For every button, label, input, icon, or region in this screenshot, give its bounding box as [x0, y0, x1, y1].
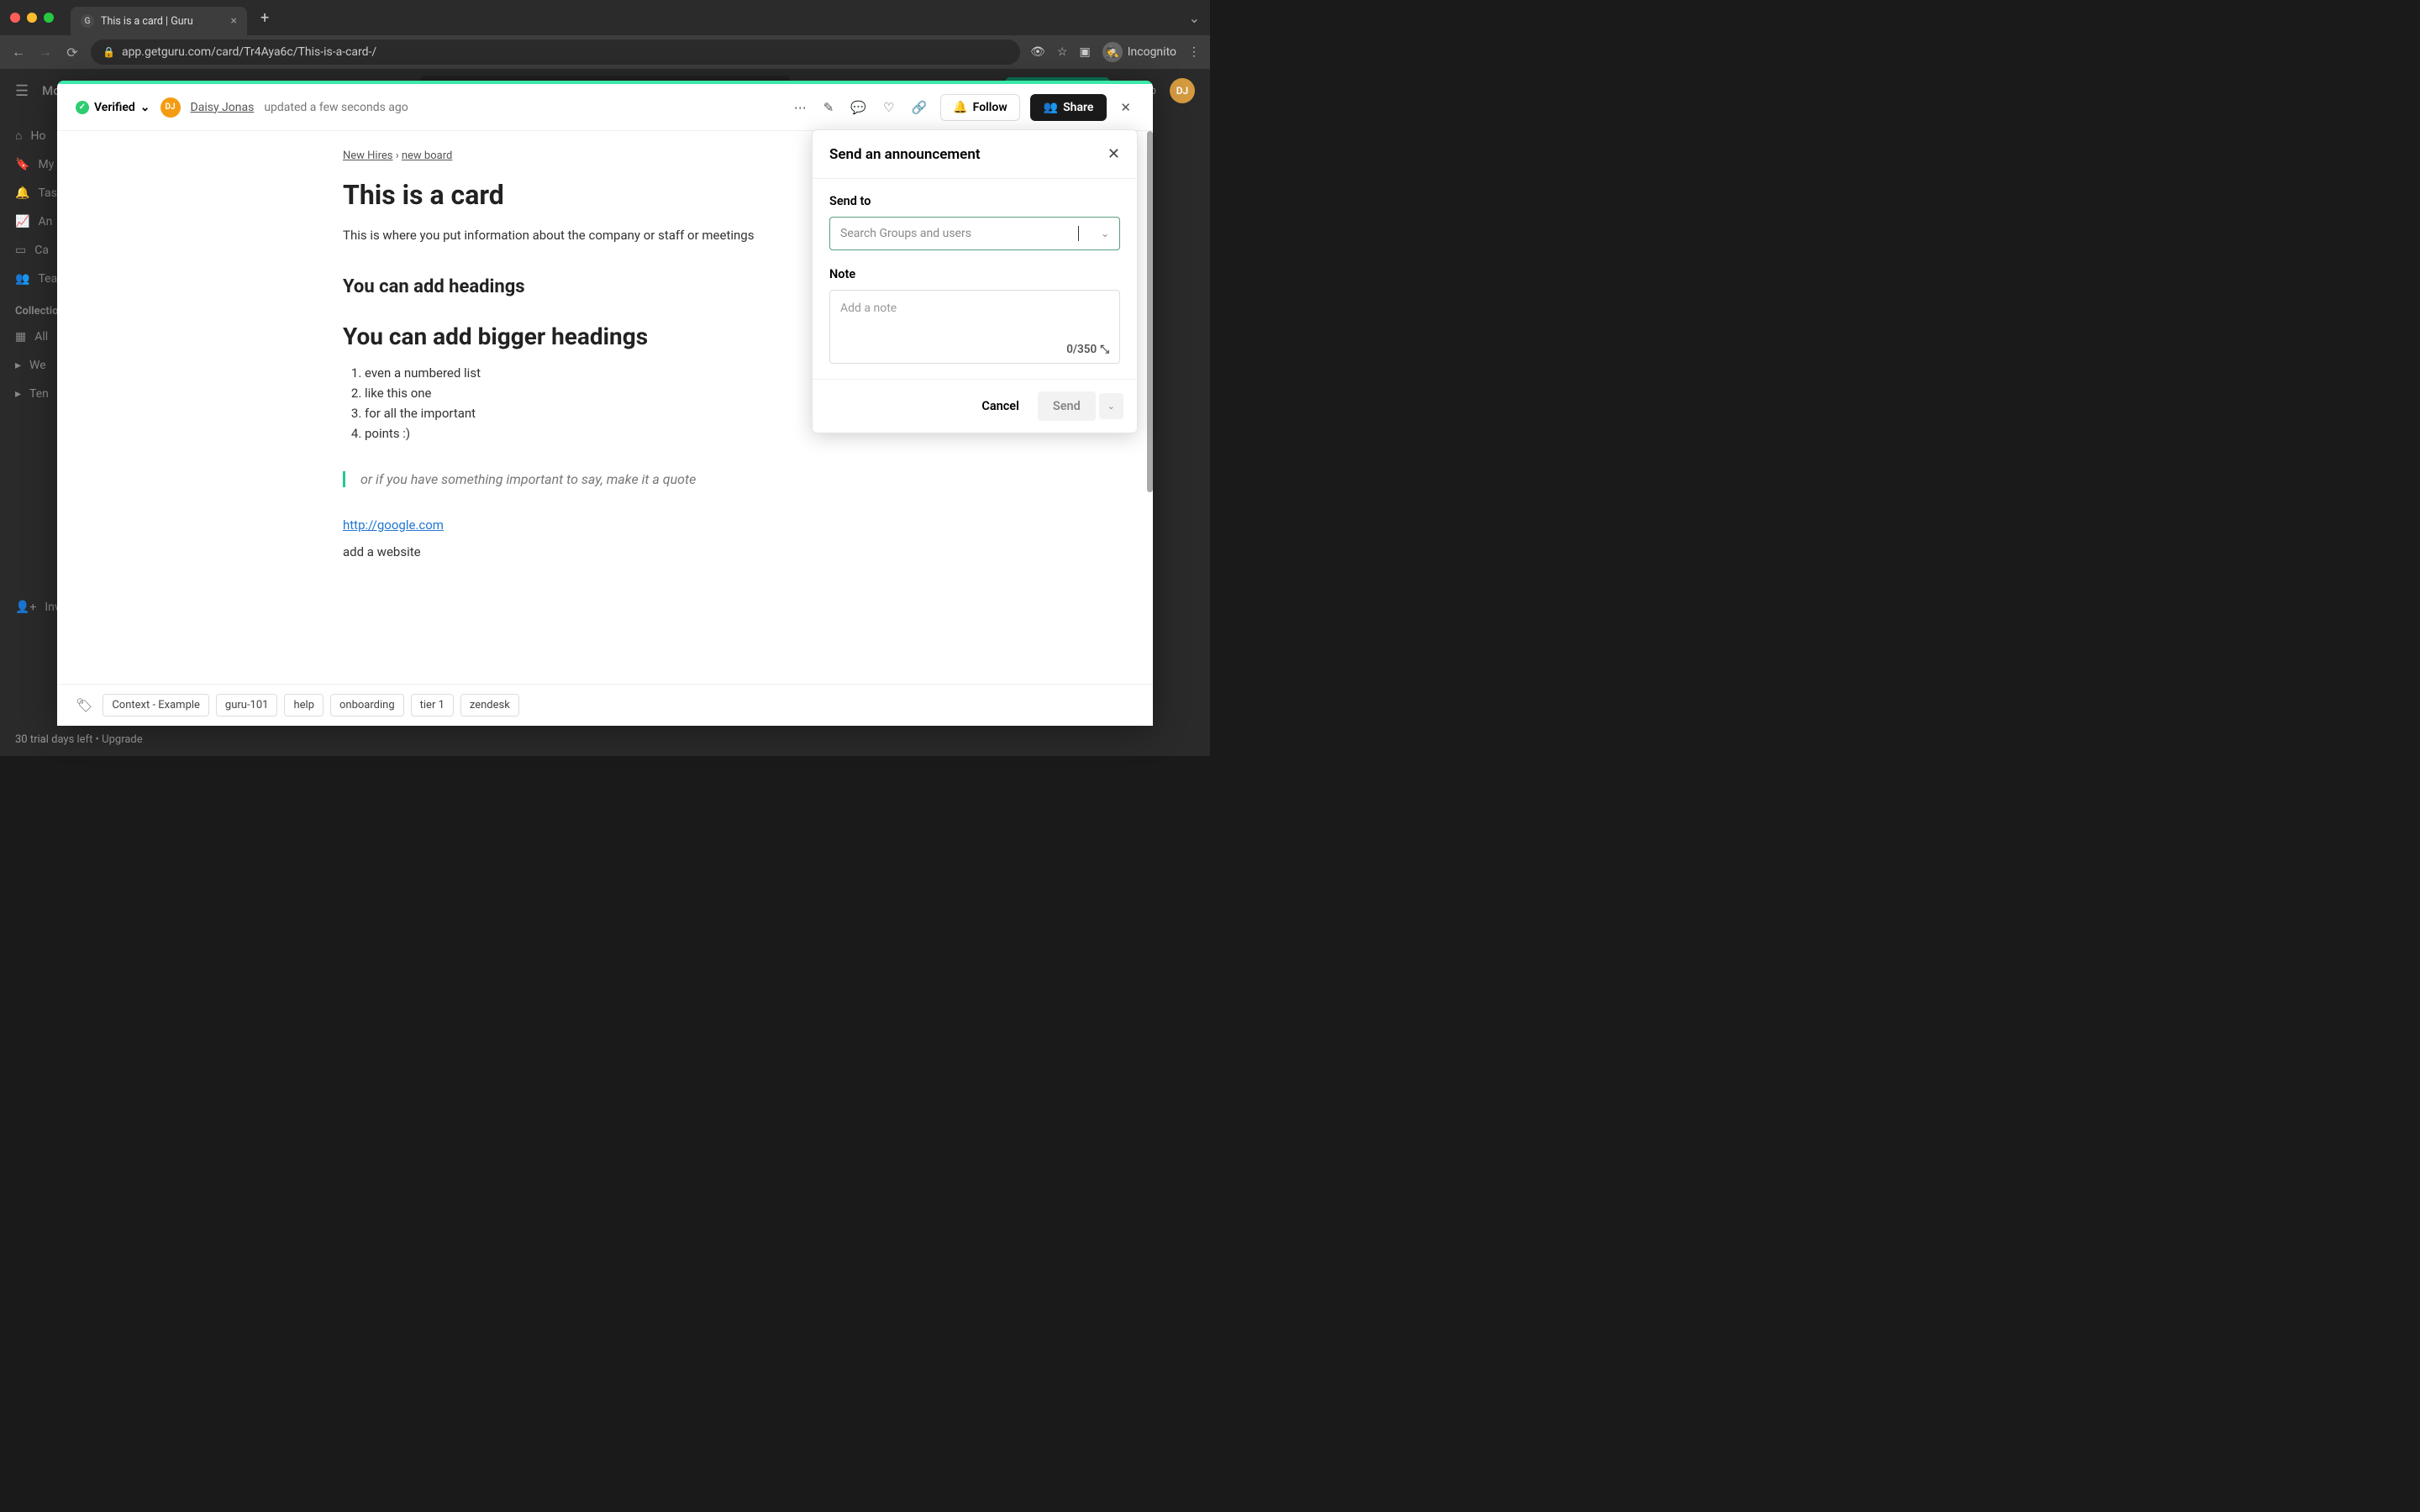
tag-footer: 🏷 Context - Example guru-101 help onboar… [57, 684, 1153, 726]
close-tab-icon[interactable]: × [231, 14, 237, 28]
note-placeholder: Add a note [840, 302, 897, 315]
send-to-input[interactable]: Search Groups and users ⌄ [829, 217, 1120, 250]
window-controls [10, 13, 54, 23]
user-avatar[interactable]: DJ [1170, 78, 1195, 103]
tag[interactable]: guru-101 [216, 694, 278, 717]
announcement-header: Send an announcement ✕ [813, 130, 1137, 179]
note-counter: 0/350 ⤡ [1066, 343, 1109, 356]
tag[interactable]: onboarding [330, 694, 404, 717]
announcement-footer: Cancel Send ⌄ [813, 379, 1137, 433]
note-textarea[interactable]: Add a note 0/350 ⤡ [829, 290, 1120, 364]
blockquote: or if you have something important to sa… [343, 471, 867, 487]
incognito-indicator[interactable]: 🕵 Incognito [1102, 42, 1176, 62]
breadcrumb: New Hires › new board [343, 150, 867, 162]
scrollbar-thumb[interactable] [1147, 131, 1153, 492]
author-name[interactable]: Daisy Jonas [191, 101, 255, 114]
new-tab-button[interactable]: + [260, 9, 269, 27]
maximize-window[interactable] [44, 13, 54, 23]
send-to-label: Send to [829, 194, 1120, 208]
card-heading-2: You can add headings [343, 276, 867, 297]
announcement-title: Send an announcement [829, 146, 981, 163]
more-menu-icon[interactable]: ⋯ [791, 97, 810, 118]
url-text: app.getguru.com/card/Tr4Aya6c/This-is-a-… [122, 45, 376, 59]
tab-title: This is a card | Guru [101, 15, 193, 28]
lock-icon: 🔒 [103, 46, 115, 58]
card-title: This is a card [343, 179, 867, 211]
hamburger-icon[interactable]: ☰ [15, 82, 29, 100]
tab-overflow-icon[interactable]: ⌄ [1189, 10, 1200, 26]
follow-button[interactable]: 🔔 Follow [940, 94, 1019, 121]
incognito-icon: 🕵 [1102, 42, 1123, 62]
back-button[interactable]: ← [10, 44, 27, 60]
browser-tab-strip: G This is a card | Guru × + ⌄ [0, 0, 1210, 35]
browser-toolbar: ← → ⟳ 🔒 app.getguru.com/card/Tr4Aya6c/Th… [0, 35, 1210, 69]
send-button[interactable]: Send [1038, 391, 1096, 421]
comment-icon[interactable]: 💬 [847, 97, 870, 118]
share-button[interactable]: 👥 Share [1030, 94, 1107, 121]
eye-off-icon[interactable]: 👁 [1030, 45, 1045, 59]
browser-tab[interactable]: G This is a card | Guru × [71, 7, 247, 35]
close-window[interactable] [10, 13, 20, 23]
list-item: points :) [365, 426, 867, 441]
numbered-list: even a numbered list like this one for a… [343, 365, 867, 441]
incognito-label: Incognito [1128, 45, 1176, 59]
share-icon: 👥 [1044, 101, 1058, 114]
kebab-menu-icon[interactable]: ⋮ [1188, 45, 1200, 59]
author-avatar[interactable]: DJ [160, 97, 181, 118]
updated-timestamp: updated a few seconds ago [264, 101, 408, 114]
card-heading-1b: You can add bigger headings [343, 323, 867, 350]
bookmark-star-icon[interactable]: ☆ [1057, 45, 1068, 59]
text-cursor [1078, 226, 1079, 241]
heart-icon[interactable]: ♡ [880, 97, 897, 118]
verified-badge[interactable]: ✓ Verified ⌄ [76, 101, 150, 114]
announcement-body: Send to Search Groups and users ⌄ Note A… [813, 179, 1137, 379]
check-icon: ✓ [76, 101, 89, 114]
minimize-window[interactable] [27, 13, 37, 23]
tag[interactable]: tier 1 [411, 694, 454, 717]
link-icon[interactable]: 🔗 [908, 97, 931, 118]
forward-button[interactable]: → [37, 44, 54, 60]
tag[interactable]: help [284, 694, 324, 717]
breadcrumb-board[interactable]: new board [402, 150, 452, 162]
reload-button[interactable]: ⟳ [64, 45, 81, 60]
bell-icon: 🔔 [953, 101, 967, 114]
send-dropdown-icon[interactable]: ⌄ [1099, 393, 1123, 419]
chevron-down-icon[interactable]: ⌄ [1101, 228, 1109, 239]
tab-favicon: G [81, 14, 94, 28]
address-bar[interactable]: 🔒 app.getguru.com/card/Tr4Aya6c/This-is-… [91, 39, 1020, 65]
announcement-panel: Send an announcement ✕ Send to Search Gr… [812, 129, 1138, 433]
tag[interactable]: Context - Example [103, 694, 209, 717]
chevron-down-icon: ⌄ [140, 101, 150, 114]
resize-icon[interactable]: ⤡ [1100, 343, 1109, 356]
external-link[interactable]: http://google.com [343, 517, 867, 533]
edit-icon[interactable]: ✎ [820, 97, 838, 118]
trial-banner[interactable]: 30 trial days left • Upgrade [15, 733, 143, 746]
list-item: for all the important [365, 406, 867, 421]
card-header: ✓ Verified ⌄ DJ Daisy Jonas updated a fe… [57, 84, 1153, 131]
breadcrumb-root[interactable]: New Hires [343, 150, 392, 162]
add-website-text: add a website [343, 544, 867, 559]
card-intro: This is where you put information about … [343, 228, 867, 243]
browser-right-icons: 👁 ☆ ▣ 🕵 Incognito ⋮ [1030, 42, 1200, 62]
tag[interactable]: zendesk [460, 694, 519, 717]
send-to-placeholder: Search Groups and users [840, 227, 971, 240]
list-item: even a numbered list [365, 365, 867, 381]
close-announcement-icon[interactable]: ✕ [1107, 145, 1120, 163]
tag-icon: 🏷 [76, 697, 92, 713]
list-item: like this one [365, 386, 867, 401]
close-modal-icon[interactable]: ✕ [1117, 97, 1134, 118]
cancel-button[interactable]: Cancel [970, 392, 1031, 420]
panel-icon[interactable]: ▣ [1079, 45, 1090, 59]
note-label: Note [829, 267, 1120, 281]
